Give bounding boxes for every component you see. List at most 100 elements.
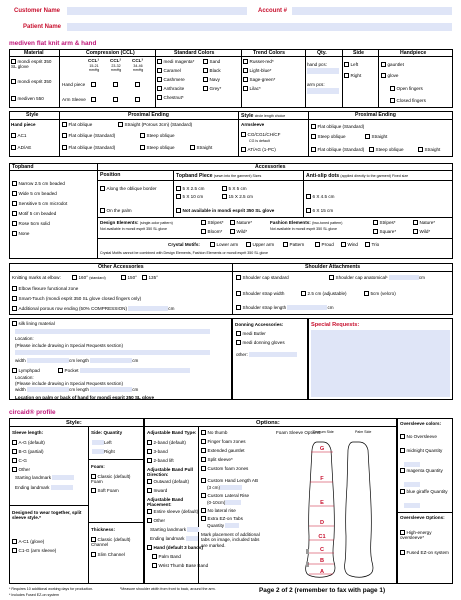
customer-name-field[interactable]	[67, 7, 247, 15]
donning-option[interactable]: medi Butler	[236, 331, 266, 337]
pocket-dims[interactable]: width cm length cm	[15, 387, 138, 393]
elbow-zone[interactable]: Elbow flexure functional zone	[12, 286, 78, 292]
crystal-option[interactable]: Pattern	[283, 242, 304, 248]
adj-starting-landmark[interactable]: Starting landmark	[150, 527, 200, 533]
color-option[interactable]: Anthracite	[157, 86, 184, 92]
prox2-steep-oblique[interactable]: Steep oblique	[311, 134, 346, 140]
shoulder-cap-std[interactable]: Shoulder cap standard	[236, 275, 289, 281]
sleeve-length-option[interactable]: B-G (partial)	[12, 449, 44, 455]
size-note[interactable]: Not available in mondi esprit 350 SL glo…	[176, 208, 274, 214]
topband-option[interactable]: Motif 5 cm beaded	[12, 211, 56, 217]
design-option[interactable]: Bloom*	[201, 229, 222, 235]
smart-touch[interactable]: Smart-Touch (mondi esprit 350 SL glove c…	[12, 296, 141, 302]
adj-ending-landmark[interactable]: Ending landmark	[150, 536, 198, 542]
trend-color-option[interactable]: Sage-green*	[243, 77, 275, 83]
fs-option[interactable]: Extra EZ-on Tabs	[201, 516, 243, 522]
foam-option[interactable]: Classic (default) Foam	[91, 474, 141, 485]
porous-row[interactable]: Additional porous row ending (50% COMPRE…	[12, 306, 174, 312]
patient-name-field[interactable]	[67, 23, 452, 31]
pocket[interactable]: Pocket	[58, 368, 190, 374]
silk-lining[interactable]: silk lining material	[12, 321, 55, 327]
arm-pcs-field[interactable]	[307, 88, 339, 94]
donning-other[interactable]: other:	[236, 352, 298, 358]
prox2-straight-b[interactable]: Straight	[418, 147, 440, 153]
design-option[interactable]: Nature*	[230, 220, 252, 226]
oversleeve-extra[interactable]: Fused EZ-on system	[400, 550, 452, 556]
prox2-straight[interactable]: Straight	[365, 134, 387, 140]
fs-option[interactable]: Custom Lateral Rise	[201, 493, 249, 499]
shoulder-cap-ana[interactable]: Shoulder cap anatomical¹ cm	[329, 275, 425, 281]
foam-option[interactable]: Soft Foam	[91, 488, 119, 494]
band-option[interactable]: Hand (default 3 bands)	[147, 545, 203, 551]
color-option[interactable]: Sand	[203, 59, 220, 65]
crystal-option[interactable]: Upper arm	[246, 242, 274, 248]
arm-diagram[interactable]: G F E D C1 C B A	[265, 436, 395, 582]
ccl-checkbox[interactable]	[135, 82, 140, 88]
sleeve-length-option[interactable]: A-G (default)	[12, 440, 45, 446]
trend-color-option[interactable]: Light-blue*	[243, 68, 271, 74]
style-ag[interactable]: AT/AG (1-PC)	[241, 147, 276, 153]
oversleeve-option[interactable]: midnight Quantity	[400, 448, 452, 454]
color-option[interactable]: Chestnut*	[157, 95, 184, 101]
fs-ab-field[interactable]: (3 cm)	[207, 485, 243, 491]
color-option[interactable]: Caramel	[157, 68, 181, 74]
size-option[interactable]: 5 X 2.5 cm	[176, 186, 204, 192]
prox2-flat-oblique-std-b[interactable]: Flat oblique (Standard)	[311, 147, 364, 153]
band-option[interactable]: Wrist Thumb Base Band	[152, 563, 208, 569]
topband-option[interactable]: Narrow 2.5 cm beaded	[12, 181, 65, 187]
prox-flat-oblique-std-2[interactable]: Flat oblique (Standard)	[62, 145, 115, 151]
prox-steep-oblique-2[interactable]: Steep oblique	[140, 145, 175, 151]
material-option[interactable]: mondi esprit 350 SL glove	[11, 59, 57, 70]
ccl-checkbox[interactable]	[135, 97, 140, 103]
prox2-flat-oblique-std[interactable]: Flat oblique (Standard)	[311, 124, 364, 130]
position-option[interactable]: Along the oblique border	[100, 186, 157, 192]
fs-option[interactable]: Split sleeve*	[201, 457, 233, 463]
handpiece-option[interactable]: Closed fingers	[390, 98, 426, 104]
dir-option[interactable]: Inward	[147, 488, 167, 494]
fashion-option[interactable]: Stripes*	[373, 220, 396, 226]
prox-steep-oblique[interactable]: Steep oblique	[140, 133, 175, 139]
ccl-checkbox[interactable]	[91, 82, 96, 88]
shoulder-strap-length[interactable]: Shoulder strap length cm	[236, 305, 334, 311]
prox-flat-oblique-std[interactable]: Flat oblique (Standard)	[62, 133, 115, 139]
design-option[interactable]: Wild*	[230, 229, 247, 235]
fs-option[interactable]: No lateral rise	[201, 508, 236, 514]
side-left-option[interactable]: Left	[344, 62, 358, 68]
silk-dims[interactable]: width cm length cm	[15, 358, 138, 364]
fs-option[interactable]: Extended gauntlet	[201, 448, 245, 454]
fs-quantity[interactable]: Quantity	[207, 523, 240, 529]
strap-option[interactable]: 5cm (velcro)	[364, 291, 396, 297]
prox-straight-porous[interactable]: Straight (Porous 3cm) (Standard)	[118, 122, 192, 128]
size-option[interactable]: 15 X 2.5 cm	[222, 194, 253, 200]
fs-option[interactable]: Custom Hand Length AB	[201, 478, 258, 484]
style-cg[interactable]: CG/CG1/CH/CF	[241, 132, 280, 138]
crystal-option[interactable]: Wind	[341, 242, 358, 248]
ccl-checkbox[interactable]	[91, 97, 96, 103]
prox-flat-oblique[interactable]: Flat oblique	[62, 122, 92, 128]
band-option[interactable]: Palm Band	[152, 554, 181, 560]
fashion-option[interactable]: Nature*	[413, 220, 435, 226]
dot-option[interactable]: 6 X 4.5 cm	[306, 194, 334, 200]
knit-135[interactable]: 135°	[142, 275, 158, 281]
adj-type-option[interactable]: 3-band	[147, 449, 168, 455]
qty-left[interactable]: Left	[92, 440, 112, 446]
prox2-steep-oblique-b[interactable]: Steep oblique	[369, 147, 404, 153]
handpiece-option[interactable]: Open fingers	[390, 86, 423, 92]
style-adae[interactable]: AD/AE	[11, 145, 31, 151]
adj-type-option[interactable]: 2-band lift	[147, 458, 174, 464]
side-right-option[interactable]: Right	[344, 73, 361, 79]
fs-option[interactable]: No thumb	[201, 430, 227, 436]
knit-160[interactable]: 160° (standard)	[72, 275, 106, 281]
starting-landmark[interactable]: Starting landmark	[15, 475, 75, 481]
style-ac1[interactable]: AC1	[11, 133, 26, 139]
thickness-option[interactable]: Slim Channel	[91, 552, 125, 558]
shoulder-strap-width[interactable]: Shoulder strap width	[236, 291, 284, 297]
color-option[interactable]: Navy	[203, 77, 220, 83]
ending-landmark[interactable]: Ending landmark	[15, 485, 73, 491]
strap-option[interactable]: 2.5 cm (adjustable)	[301, 291, 347, 297]
ccl-checkbox[interactable]	[113, 97, 118, 103]
split-option[interactable]: A-C1 (glove)	[12, 539, 44, 545]
color-option[interactable]: Black	[203, 68, 221, 74]
place-option[interactable]: Other	[147, 518, 165, 524]
color-option[interactable]: Cashmere	[157, 77, 185, 83]
